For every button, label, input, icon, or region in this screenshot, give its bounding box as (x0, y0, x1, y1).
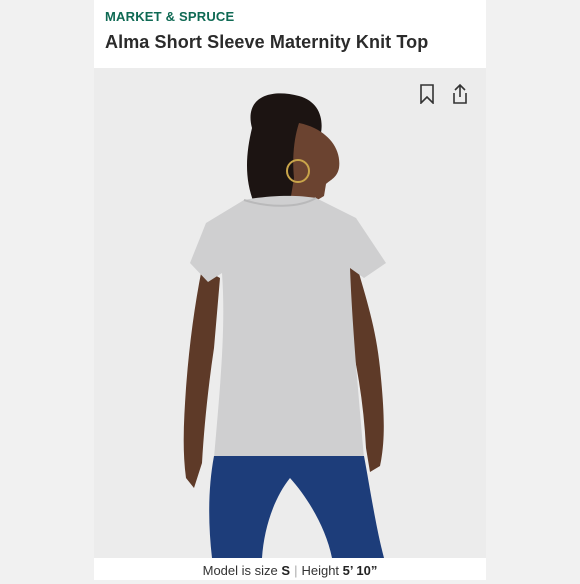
model-size-value: S (281, 563, 291, 578)
product-title: Alma Short Sleeve Maternity Knit Top (105, 32, 429, 52)
brand-name[interactable]: MARKET & SPRUCE (105, 9, 234, 24)
model-height-value: 5’ 10” (342, 563, 378, 578)
model-size-label: Model is size (202, 563, 278, 578)
bookmark-button[interactable] (416, 82, 438, 106)
model-info: Model is size S | Height 5’ 10” (94, 558, 486, 580)
share-icon (453, 83, 467, 104)
product-photo[interactable] (94, 68, 486, 558)
bookmark-icon (420, 84, 434, 104)
product-card: MARKET & SPRUCE Alma Short Sleeve Matern… (94, 0, 486, 580)
model-illustration (183, 93, 386, 558)
product-header: MARKET & SPRUCE Alma Short Sleeve Matern… (94, 0, 486, 68)
separator: | (294, 563, 298, 578)
model-height-label: Height (301, 563, 340, 578)
share-button[interactable] (449, 82, 471, 106)
